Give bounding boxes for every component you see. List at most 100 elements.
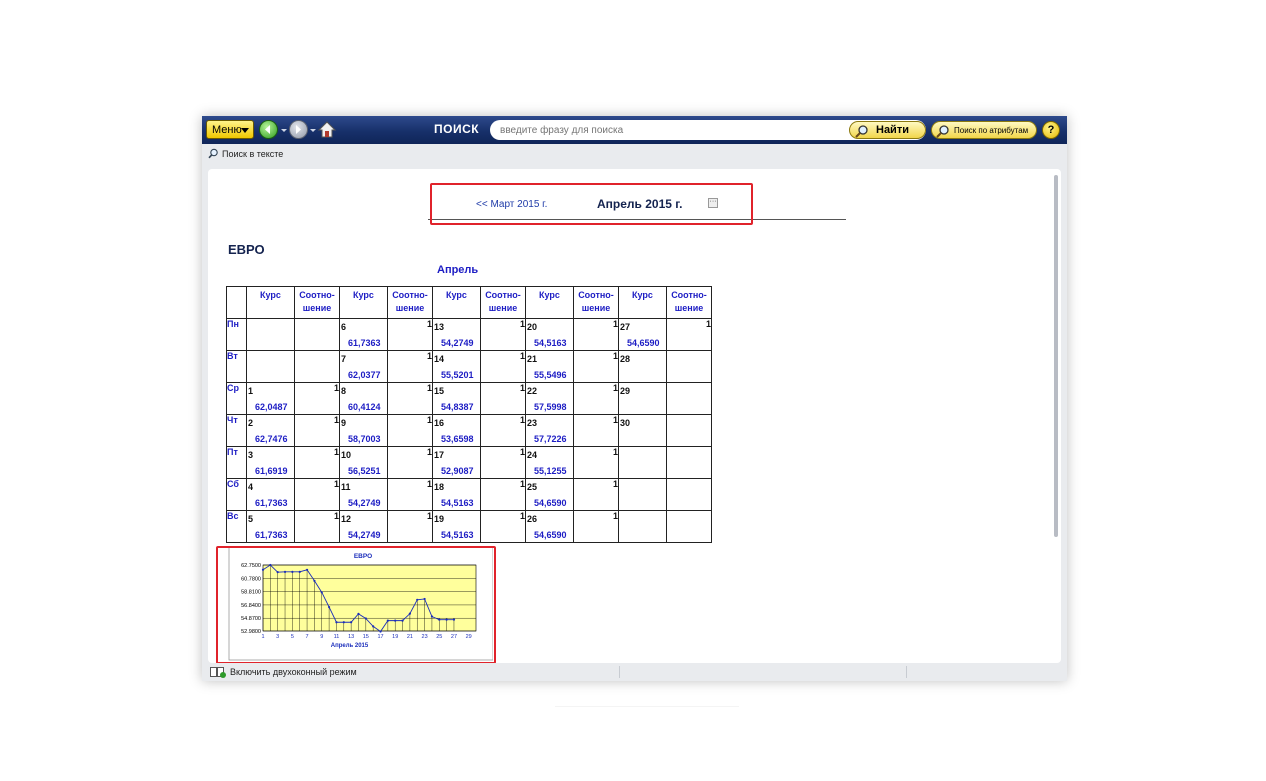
rate-value — [619, 450, 666, 455]
rate-cell: 28 — [618, 350, 667, 383]
arrow-left-icon — [265, 125, 270, 134]
chevron-down-icon — [241, 128, 249, 133]
currency-title: ЕВРО — [228, 242, 265, 257]
rate-cell: 27 54,6590 — [618, 318, 667, 351]
attribute-search-button[interactable]: Поиск по атрибутам — [931, 121, 1037, 139]
ratio-cell: 1 — [387, 478, 433, 511]
search-input[interactable] — [500, 120, 840, 140]
rate-value: 61,7363 — [255, 498, 288, 508]
date-number: 2 — [248, 418, 254, 428]
header-ratio-line2: шение — [302, 303, 332, 313]
ratio-cell: 1 — [294, 414, 340, 447]
find-label: Найти — [876, 124, 909, 136]
rate-value — [619, 482, 666, 487]
rate-cell: 17 52,9087 — [432, 446, 481, 479]
date-number: 7 — [341, 354, 347, 364]
date-number: 12 — [341, 514, 352, 524]
chart-highlight — [216, 546, 496, 663]
ratio-cell: 1 — [480, 318, 526, 351]
back-button[interactable] — [259, 120, 278, 139]
search-icon — [208, 148, 218, 159]
rate-cell — [618, 478, 667, 511]
rate-cell: 9 58,7003 — [339, 414, 388, 447]
text-search-link[interactable]: Поиск в тексте — [208, 148, 284, 159]
header-ratio-line1: Соотно- — [299, 290, 335, 300]
search-icon — [936, 125, 949, 138]
date-number: 30 — [620, 418, 631, 428]
menu-button[interactable]: Меню — [206, 120, 254, 139]
ratio-cell: 1 — [387, 318, 433, 351]
date-number: 28 — [620, 354, 631, 364]
rate-value: 62,0377 — [348, 370, 381, 380]
back-history-icon[interactable] — [281, 129, 287, 132]
ratio-cell: 1 — [387, 350, 433, 383]
home-button[interactable] — [317, 120, 337, 139]
text-search-label: Поиск в тексте — [222, 149, 284, 159]
forward-button[interactable] — [289, 120, 308, 139]
rate-value: 54,5163 — [441, 530, 474, 540]
rate-cell — [246, 350, 295, 383]
ratio-cell — [666, 446, 712, 479]
rate-cell: 24 55,1255 — [525, 446, 574, 479]
date-number: 24 — [527, 450, 538, 460]
weekday-cell: Вт — [226, 350, 247, 383]
date-number: 8 — [341, 386, 347, 396]
ratio-cell: 1 — [294, 382, 340, 415]
ratio-cell: 1 — [294, 446, 340, 479]
weekday-cell: Пт — [226, 446, 247, 479]
ratio-cell: 1 — [480, 414, 526, 447]
rate-value: 55,5201 — [441, 370, 474, 380]
rate-cell: 20 54,5163 — [525, 318, 574, 351]
rates-table-body: Пн 6 61,7363 1 13 54,2749 1 20 54,5163 1 27 54,6590… — [226, 318, 712, 543]
help-button[interactable]: ? — [1042, 121, 1060, 139]
table-header-corner — [226, 286, 247, 319]
rate-cell: 29 — [618, 382, 667, 415]
header-ratio: Соотно-шение — [294, 286, 340, 319]
rate-value: 54,8387 — [441, 402, 474, 412]
header-rate: Курс — [246, 286, 295, 319]
rate-cell — [618, 510, 667, 543]
date-number: 17 — [434, 450, 445, 460]
rate-cell: 13 54,2749 — [432, 318, 481, 351]
arrow-right-icon — [296, 125, 301, 134]
ratio-cell: 1 — [480, 446, 526, 479]
rate-value: 52,9087 — [441, 466, 474, 476]
weekday-cell: Вс — [226, 510, 247, 543]
rate-value: 54,5163 — [534, 338, 567, 348]
menu-label: Меню — [212, 124, 242, 136]
date-number: 21 — [527, 354, 538, 364]
ratio-cell: 1 — [480, 510, 526, 543]
table-row: Ср 1 62,0487 1 8 60,4124 1 15 54,8387 1 22 57,5998 1… — [226, 382, 712, 415]
rate-cell: 8 60,4124 — [339, 382, 388, 415]
date-number: 16 — [434, 418, 445, 428]
forward-history-icon[interactable] — [310, 129, 316, 132]
home-icon — [317, 121, 337, 138]
attribute-search-label: Поиск по атрибутам — [954, 126, 1029, 135]
header-ratio-line2: шение — [581, 303, 611, 313]
vertical-scrollbar[interactable] — [1054, 175, 1058, 537]
table-row: Пт 3 61,6919 1 10 56,5251 1 17 52,9087 1 24 55,1255… — [226, 446, 712, 479]
date-number: 11 — [341, 482, 351, 492]
rate-value: 54,6590 — [534, 530, 567, 540]
rate-cell: 26 54,6590 — [525, 510, 574, 543]
date-number: 14 — [434, 354, 445, 364]
ratio-cell — [666, 510, 712, 543]
ratio-cell — [666, 350, 712, 383]
date-number: 4 — [248, 482, 254, 492]
header-ratio-line2: шение — [395, 303, 425, 313]
find-button[interactable]: Найти — [849, 121, 926, 139]
rate-cell — [246, 318, 295, 351]
header-ratio-line1: Соотно- — [671, 290, 707, 300]
rate-value: 62,7476 — [255, 434, 288, 444]
rate-value — [247, 322, 294, 327]
ratio-cell: 1 — [480, 350, 526, 383]
rate-cell: 11 54,2749 — [339, 478, 388, 511]
ratio-cell — [294, 318, 340, 351]
dual-window-icon[interactable] — [210, 666, 226, 678]
rate-value: 54,6590 — [627, 338, 660, 348]
rate-value: 57,5998 — [534, 402, 567, 412]
ratio-cell: 1 — [573, 382, 619, 415]
dual-mode-label[interactable]: Включить двухоконный режим — [230, 667, 357, 677]
rate-value: 53,6598 — [441, 434, 474, 444]
ratio-cell: 1 — [387, 510, 433, 543]
